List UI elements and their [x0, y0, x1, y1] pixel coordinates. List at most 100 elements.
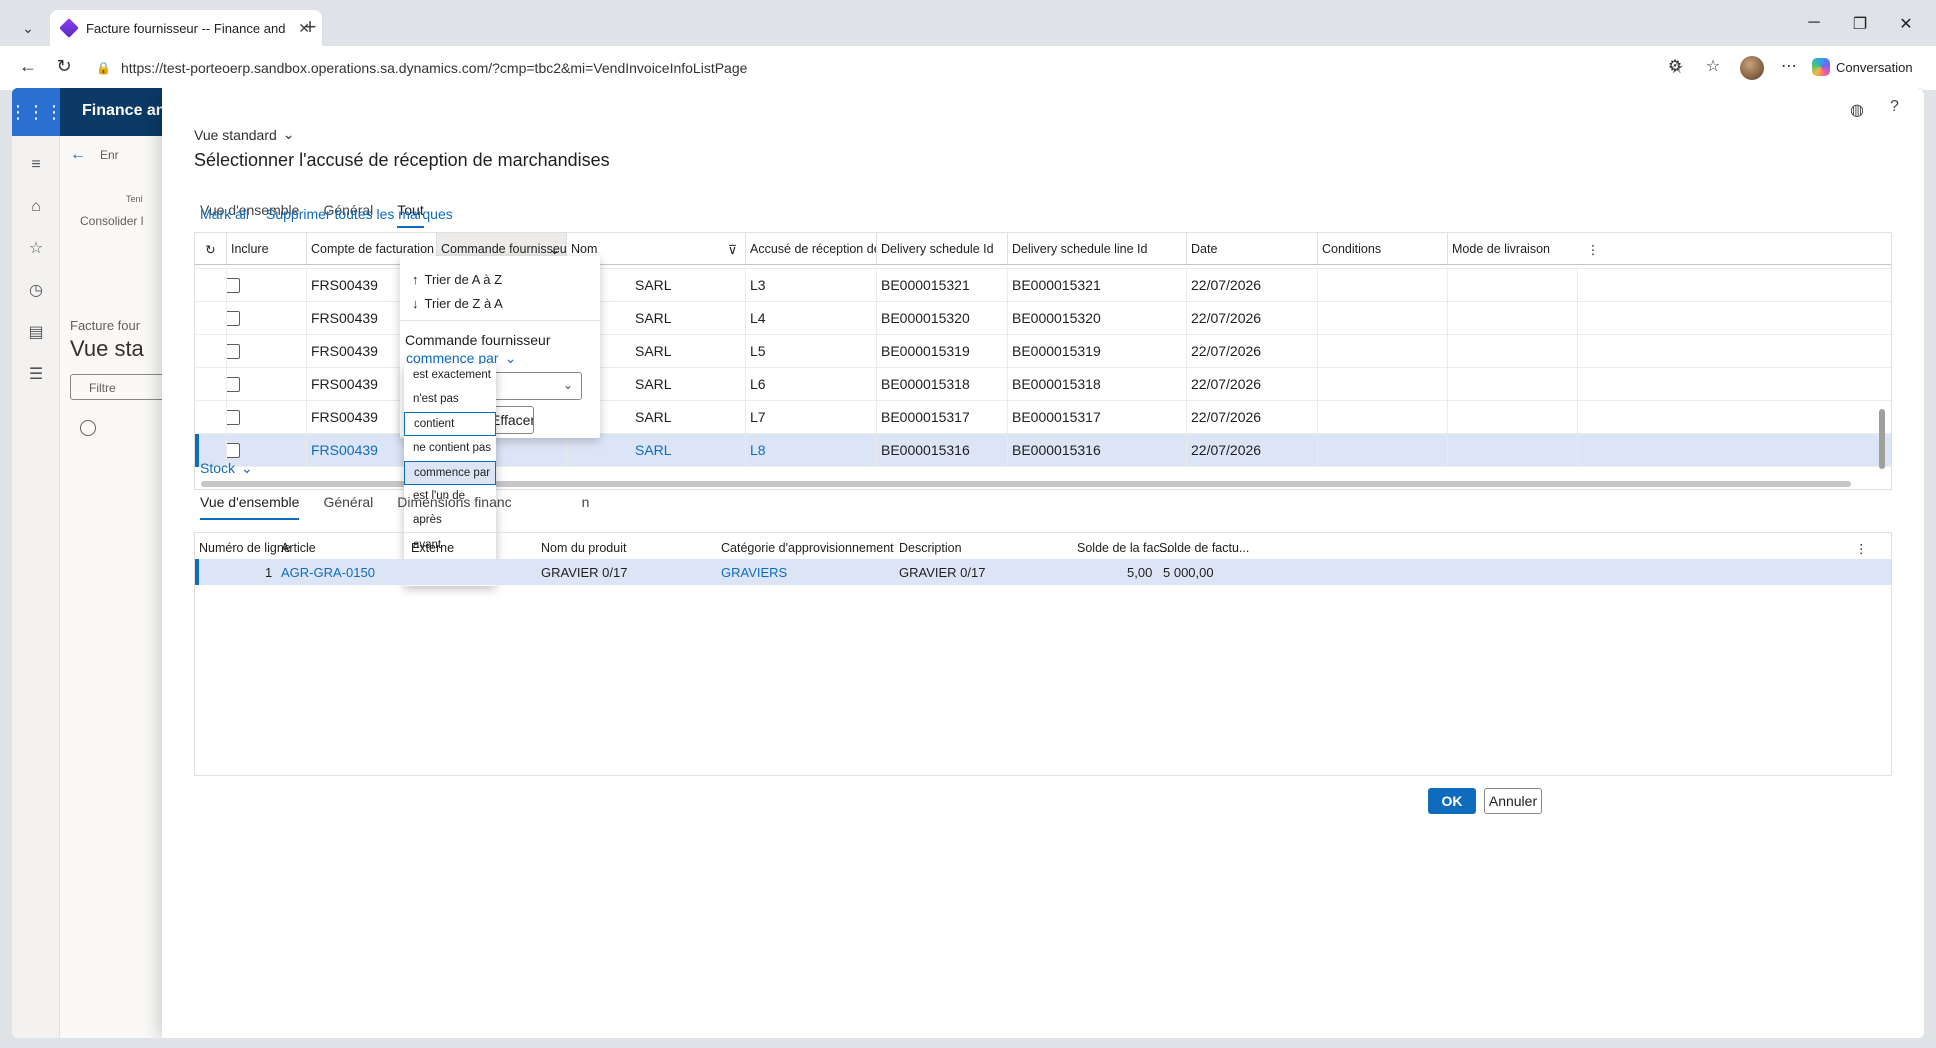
more-icon[interactable]: ⋯ [1776, 56, 1802, 76]
sort-desc-item[interactable]: ↓ Trier de Z à A [412, 296, 503, 311]
tab-title: Facture fournisseur -- Finance and [86, 20, 286, 36]
include-checkbox-box[interactable] [227, 278, 240, 293]
favorites-nav-icon[interactable]: ☆ [12, 238, 60, 258]
tab-list-chevron-icon[interactable]: ⌄ [14, 14, 42, 42]
col-external[interactable]: Externe [411, 541, 454, 555]
back-icon[interactable]: ← [14, 56, 42, 77]
col-product-name[interactable]: Nom du produit [541, 541, 626, 555]
col-line-number[interactable]: Numéro de ligne [199, 541, 291, 555]
receipt-number: L4 [746, 302, 877, 334]
op-starts-with[interactable]: commence par [404, 461, 496, 485]
date: 22/07/2026 [1187, 368, 1318, 400]
lines-tab-dimensions[interactable]: Dimensions financ [397, 494, 511, 520]
lines-tab-overview[interactable]: Vue d'ensemble [200, 494, 300, 520]
table-row[interactable]: 1 AGR-GRA-0150 GRAVIER 0/17 GRAVIERS GRA… [195, 559, 1891, 585]
select-receipt-dialog: ◍ ? Vue standard ⌄ Sélectionner l'accusé… [162, 88, 1924, 1038]
vertical-scrollbar[interactable] [1879, 409, 1885, 469]
modules-icon[interactable]: ☰ [12, 364, 60, 384]
include-checkbox[interactable] [227, 401, 307, 433]
sort-asc-item[interactable]: ↑ Trier de A à Z [412, 272, 502, 287]
arrow-up-icon: ↑ [412, 272, 419, 287]
lines-grid: Numéro de ligne Article Externe Nom du p… [194, 532, 1892, 776]
delivery-schedule-id: BE000015321 [877, 269, 1008, 301]
delivery-schedule-line-id: BE000015321 [1008, 269, 1187, 301]
view-selector[interactable]: Vue standard ⌄ [194, 126, 295, 143]
lines-more-icon[interactable]: ⋮ [1855, 541, 1868, 556]
divider [400, 320, 600, 321]
col-description[interactable]: Description [899, 541, 962, 555]
stock-section-toggle[interactable]: Stock ⌄ [200, 460, 253, 477]
receipt-number[interactable]: L8 [746, 434, 877, 466]
include-checkbox[interactable] [227, 335, 307, 367]
restore-icon[interactable]: ❐ [1840, 14, 1880, 34]
browser-tab[interactable]: Facture fournisseur -- Finance and ✕ [50, 10, 322, 46]
lines-tab-partial[interactable]: n [582, 494, 590, 520]
sort-desc-label: Trier de Z à A [424, 296, 503, 311]
refresh-icon[interactable]: ↻ [50, 56, 78, 77]
item-link[interactable]: AGR-GRA-0150 [281, 565, 375, 580]
app-launcher-icon[interactable]: ⋮⋮⋮ [12, 88, 63, 136]
delivery-mode [1448, 302, 1578, 334]
op-not-contains[interactable]: ne contient pas [404, 437, 496, 461]
address-bar: ← ↻ 🔒 https://test-porteoerp.sandbox.ope… [0, 46, 1936, 90]
include-checkbox[interactable] [227, 302, 307, 334]
home-icon[interactable]: ⌂ [12, 198, 60, 216]
chevron-down-icon: ⌄ [241, 460, 253, 476]
date: 22/07/2026 [1187, 335, 1318, 367]
col-invoice-balance-qty[interactable]: Solde de la fac... [1077, 541, 1170, 555]
include-checkbox-box[interactable] [227, 443, 240, 458]
site-info-icon[interactable]: 🔒 [96, 61, 111, 75]
cancel-button[interactable]: Annuler [1484, 788, 1542, 814]
delivery-schedule-line-id: BE000015319 [1008, 335, 1187, 367]
view-selector-label: Vue standard [194, 126, 277, 143]
profile-avatar[interactable] [1740, 56, 1764, 80]
lines-tab-general[interactable]: Général [323, 494, 373, 520]
op-not[interactable]: n'est pas [404, 388, 496, 412]
op-exact[interactable]: est exactement [404, 364, 496, 388]
minimize-icon[interactable]: ─ [1794, 14, 1834, 32]
unmark-all-button[interactable]: Supprimer toutes les marques [266, 206, 453, 222]
include-checkbox-box[interactable] [227, 410, 240, 425]
col-purchase-order-label: Commande fournisseur [441, 242, 567, 256]
description: GRAVIER 0/17 [899, 565, 986, 580]
include-checkbox-box[interactable] [227, 311, 240, 326]
col-procurement-category[interactable]: Catégorie d'approvisionnement [721, 541, 894, 555]
recent-icon[interactable]: ◷ [12, 280, 60, 300]
url-field[interactable]: 🔒 https://test-porteoerp.sandbox.operati… [84, 52, 1696, 84]
copilot-button[interactable]: Conversation [1812, 58, 1913, 76]
lines-grid-header: Numéro de ligne Article Externe Nom du p… [195, 533, 1891, 559]
bg-consolider: Consolider l [80, 214, 144, 228]
help-icon[interactable]: ? [1890, 98, 1899, 116]
op-contains[interactable]: contient [404, 412, 496, 436]
include-checkbox-box[interactable] [227, 344, 240, 359]
bg-teni: Teni [126, 194, 143, 204]
stock-section-label: Stock [200, 460, 236, 476]
category-link[interactable]: GRAVIERS [721, 565, 787, 580]
conditions [1318, 368, 1448, 400]
extensions-icon[interactable]: ⚙ [1662, 56, 1688, 76]
include-checkbox-box[interactable] [227, 377, 240, 392]
date: 22/07/2026 [1187, 401, 1318, 433]
col-invoice-balance-amount[interactable]: Solde de factu... [1159, 541, 1249, 555]
new-tab-icon[interactable]: + [296, 14, 324, 40]
favorites-icon[interactable]: ☆ [1700, 56, 1726, 76]
delivery-schedule-id: BE000015316 [877, 434, 1008, 466]
col-name-label: Nom [571, 242, 598, 256]
office-icon[interactable]: ◍ [1850, 100, 1864, 120]
include-checkbox[interactable] [227, 368, 307, 400]
delivery-schedule-id: BE000015317 [877, 401, 1008, 433]
conditions [1318, 269, 1448, 301]
include-checkbox[interactable] [227, 269, 307, 301]
delivery-schedule-line-id: BE000015316 [1008, 434, 1187, 466]
col-item[interactable]: Article [281, 541, 316, 555]
mark-all-button[interactable]: Mark all [200, 206, 249, 222]
vendor-name[interactable]: SARL [567, 434, 746, 466]
conditions [1318, 434, 1448, 466]
ok-button[interactable]: OK [1428, 788, 1476, 814]
invoice-balance-qty: 5,00 [1127, 565, 1153, 580]
delivery-mode [1448, 368, 1578, 400]
hamburger-icon[interactable]: ≡ [12, 156, 60, 174]
workspaces-icon[interactable]: ▤ [12, 322, 60, 342]
close-window-icon[interactable]: ✕ [1886, 14, 1926, 34]
filter-value-input[interactable]: ⌄ [492, 372, 582, 400]
